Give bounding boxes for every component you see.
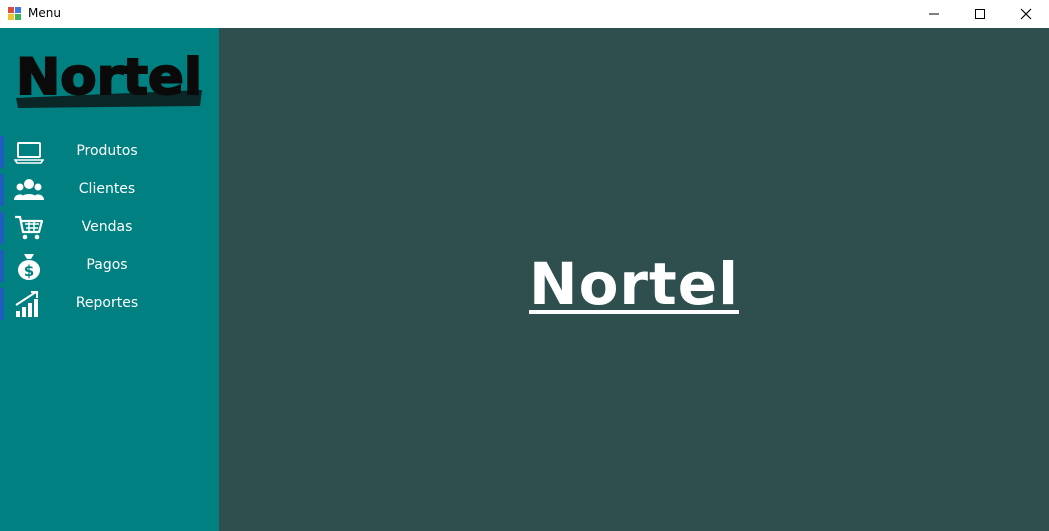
nav-accent <box>0 174 4 206</box>
svg-text:$: $ <box>24 262 34 280</box>
sidebar-item-label: Vendas <box>81 219 133 235</box>
close-icon <box>1020 8 1032 20</box>
window-title: Menu <box>28 6 61 20</box>
sidebar-item-clientes[interactable]: Clientes <box>0 174 219 206</box>
main-title-text: Nortel <box>529 250 739 318</box>
close-button[interactable] <box>1003 0 1049 28</box>
nav-accent <box>0 212 4 244</box>
maximize-icon <box>975 9 985 19</box>
chart-bars-icon <box>15 291 38 317</box>
minimize-button[interactable] <box>911 0 957 28</box>
sidebar-item-label: Produtos <box>76 143 138 159</box>
sidebar-item-label: Pagos <box>86 257 128 273</box>
money-bag-icon: $ <box>18 254 40 280</box>
sidebar-item-label: Reportes <box>75 295 139 311</box>
nortel-logo: Nortel <box>15 50 203 108</box>
sidebar: Nortel Produtos Clientes Vendas $ Pagos … <box>0 28 219 531</box>
cart-icon <box>15 215 44 240</box>
nav-accent <box>0 288 4 320</box>
minimize-icon <box>929 13 939 15</box>
sidebar-item-reportes[interactable]: Reportes <box>0 288 219 320</box>
app-icon <box>8 7 21 20</box>
sidebar-item-vendas[interactable]: Vendas <box>0 212 219 244</box>
main-panel: Nortel <box>219 28 1049 531</box>
main-title: Nortel <box>219 250 1049 318</box>
sidebar-item-label: Clientes <box>78 181 136 197</box>
laptop-icon <box>14 142 44 164</box>
sidebar-item-produtos[interactable]: Produtos <box>0 136 219 168</box>
sidebar-item-pagos[interactable]: $ Pagos <box>0 250 219 282</box>
nav-accent <box>0 136 4 168</box>
nav-accent <box>0 250 4 282</box>
window-titlebar: Menu <box>0 0 1049 28</box>
users-icon <box>14 179 44 200</box>
maximize-button[interactable] <box>957 0 1003 28</box>
logo-text: Nortel <box>16 50 202 106</box>
